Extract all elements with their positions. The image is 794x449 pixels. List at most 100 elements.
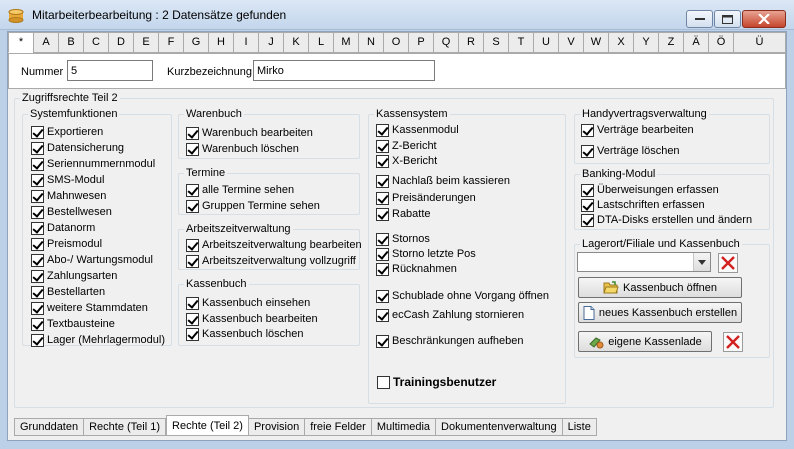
checkbox-box[interactable] xyxy=(581,123,594,137)
letter-tab[interactable]: Y xyxy=(633,32,658,53)
checkbox-box[interactable] xyxy=(376,308,389,322)
kassenbuch-checkbox[interactable]: Kassenbuch löschen xyxy=(186,327,304,341)
checkbox-box[interactable] xyxy=(581,198,594,212)
neues-kassenbuch-button[interactable]: neues Kassenbuch erstellen xyxy=(578,302,742,323)
letter-tab[interactable]: Ä xyxy=(683,32,708,53)
kassenbuch-checkbox[interactable]: Kassenbuch bearbeiten xyxy=(186,312,318,326)
warenbuch-checkbox[interactable]: Warenbuch löschen xyxy=(186,142,299,156)
systemfunktionen-checkbox[interactable]: Preismodul xyxy=(31,237,102,251)
arbeitszeit-checkbox[interactable]: Arbeitszeitverwaltung bearbeiten xyxy=(186,238,362,252)
checkbox-box[interactable] xyxy=(186,327,199,341)
checkbox-box[interactable] xyxy=(377,375,390,389)
letter-tab[interactable]: R xyxy=(458,32,483,53)
letter-tab[interactable]: N xyxy=(358,32,383,53)
minimize-button[interactable] xyxy=(686,10,713,28)
letter-tab[interactable]: Ö xyxy=(708,32,733,53)
checkbox-box[interactable] xyxy=(31,125,44,139)
checkbox-box[interactable] xyxy=(31,253,44,267)
arbeitszeit-checkbox[interactable]: Arbeitszeitverwaltung vollzugriff xyxy=(186,254,356,268)
bottom-tab[interactable]: Rechte (Teil 1) xyxy=(84,418,167,436)
systemfunktionen-checkbox[interactable]: Zahlungsarten xyxy=(31,269,117,283)
checkbox-box[interactable] xyxy=(31,237,44,251)
kassensystem-checkbox[interactable]: Rücknahmen xyxy=(376,262,457,276)
checkbox-box[interactable] xyxy=(581,213,594,227)
letter-tab[interactable]: W xyxy=(583,32,608,53)
lagerort-select[interactable] xyxy=(577,252,711,272)
letter-tab[interactable]: P xyxy=(408,32,433,53)
checkbox-box[interactable] xyxy=(186,142,199,156)
letter-tab[interactable]: S xyxy=(483,32,508,53)
checkbox-box[interactable] xyxy=(186,199,199,213)
letter-tab[interactable]: I xyxy=(233,32,258,53)
letter-tab[interactable]: * xyxy=(8,32,33,53)
eigene-kassenlade-button[interactable]: eigene Kassenlade xyxy=(578,331,712,352)
systemfunktionen-checkbox[interactable]: Seriennummernmodul xyxy=(31,157,155,171)
banking-checkbox[interactable]: Überweisungen erfassen xyxy=(581,183,719,197)
systemfunktionen-checkbox[interactable]: Textbausteine xyxy=(31,317,115,331)
kassensystem-checkbox[interactable]: Schublade ohne Vorgang öffnen xyxy=(376,289,549,303)
letter-tab[interactable]: D xyxy=(108,32,133,53)
kassensystem-checkbox[interactable]: Z-Bericht xyxy=(376,139,437,153)
bottom-tab[interactable]: freie Felder xyxy=(305,418,372,436)
checkbox-box[interactable] xyxy=(376,262,389,276)
letter-tab[interactable]: B xyxy=(58,32,83,53)
banking-checkbox[interactable]: DTA-Disks erstellen und ändern xyxy=(581,213,752,227)
letter-tab[interactable]: V xyxy=(558,32,583,53)
letter-tab[interactable]: F xyxy=(158,32,183,53)
maximize-button[interactable] xyxy=(714,10,741,28)
checkbox-box[interactable] xyxy=(376,139,389,153)
kassensystem-checkbox[interactable]: ecCash Zahlung stornieren xyxy=(376,308,524,322)
checkbox-box[interactable] xyxy=(376,289,389,303)
clear-lagerort-button[interactable] xyxy=(718,253,738,273)
letter-tab[interactable]: J xyxy=(258,32,283,53)
kassensystem-checkbox[interactable]: Beschränkungen aufheben xyxy=(376,334,524,348)
checkbox-box[interactable] xyxy=(31,269,44,283)
checkbox-box[interactable] xyxy=(31,317,44,331)
systemfunktionen-checkbox[interactable]: Bestellarten xyxy=(31,285,105,299)
checkbox-box[interactable] xyxy=(31,285,44,299)
kassensystem-checkbox[interactable]: Nachlaß beim kassieren xyxy=(376,174,510,188)
checkbox-box[interactable] xyxy=(581,144,594,158)
checkbox-box[interactable] xyxy=(186,254,199,268)
systemfunktionen-checkbox[interactable]: Abo-/ Wartungsmodul xyxy=(31,253,153,267)
checkbox-box[interactable] xyxy=(186,312,199,326)
kassensystem-checkbox[interactable]: Rabatte xyxy=(376,207,431,221)
letter-tab[interactable]: O xyxy=(383,32,408,53)
letter-tab[interactable]: X xyxy=(608,32,633,53)
bottom-tab[interactable]: Grunddaten xyxy=(14,418,85,436)
checkbox-box[interactable] xyxy=(31,221,44,235)
checkbox-box[interactable] xyxy=(376,154,389,168)
checkbox-box[interactable] xyxy=(376,123,389,137)
trainingsbenutzer-checkbox[interactable]: Trainingsbenutzer xyxy=(377,375,496,389)
letter-tab[interactable]: H xyxy=(208,32,233,53)
checkbox-box[interactable] xyxy=(31,333,44,347)
letter-tab[interactable]: E xyxy=(133,32,158,53)
checkbox-box[interactable] xyxy=(31,189,44,203)
systemfunktionen-checkbox[interactable]: Datensicherung xyxy=(31,141,124,155)
kassensystem-checkbox[interactable]: Stornos xyxy=(376,232,430,246)
checkbox-box[interactable] xyxy=(31,173,44,187)
systemfunktionen-checkbox[interactable]: weitere Stammdaten xyxy=(31,301,148,315)
letter-tab[interactable]: A xyxy=(33,32,58,53)
close-button[interactable] xyxy=(742,10,786,28)
kassensystem-checkbox[interactable]: X-Bericht xyxy=(376,154,437,168)
kassenbuch-checkbox[interactable]: Kassenbuch einsehen xyxy=(186,296,310,310)
checkbox-box[interactable] xyxy=(186,238,199,252)
letter-tab[interactable]: G xyxy=(183,32,208,53)
kassensystem-checkbox[interactable]: Kassenmodul xyxy=(376,123,459,137)
letter-tab[interactable]: M xyxy=(333,32,358,53)
bottom-tab[interactable]: Liste xyxy=(562,418,597,436)
banking-checkbox[interactable]: Lastschriften erfassen xyxy=(581,198,705,212)
systemfunktionen-checkbox[interactable]: SMS-Modul xyxy=(31,173,104,187)
warenbuch-checkbox[interactable]: Warenbuch bearbeiten xyxy=(186,126,313,140)
checkbox-box[interactable] xyxy=(186,126,199,140)
letter-tab[interactable]: K xyxy=(283,32,308,53)
nummer-field[interactable] xyxy=(67,60,153,81)
kurzbezeichnung-field[interactable] xyxy=(253,60,435,81)
letter-tab[interactable]: L xyxy=(308,32,333,53)
checkbox-box[interactable] xyxy=(376,207,389,221)
letter-tab[interactable]: Ü xyxy=(733,32,786,53)
systemfunktionen-checkbox[interactable]: Exportieren xyxy=(31,125,103,139)
systemfunktionen-checkbox[interactable]: Lager (Mehrlagermodul) xyxy=(31,333,165,347)
checkbox-box[interactable] xyxy=(186,296,199,310)
